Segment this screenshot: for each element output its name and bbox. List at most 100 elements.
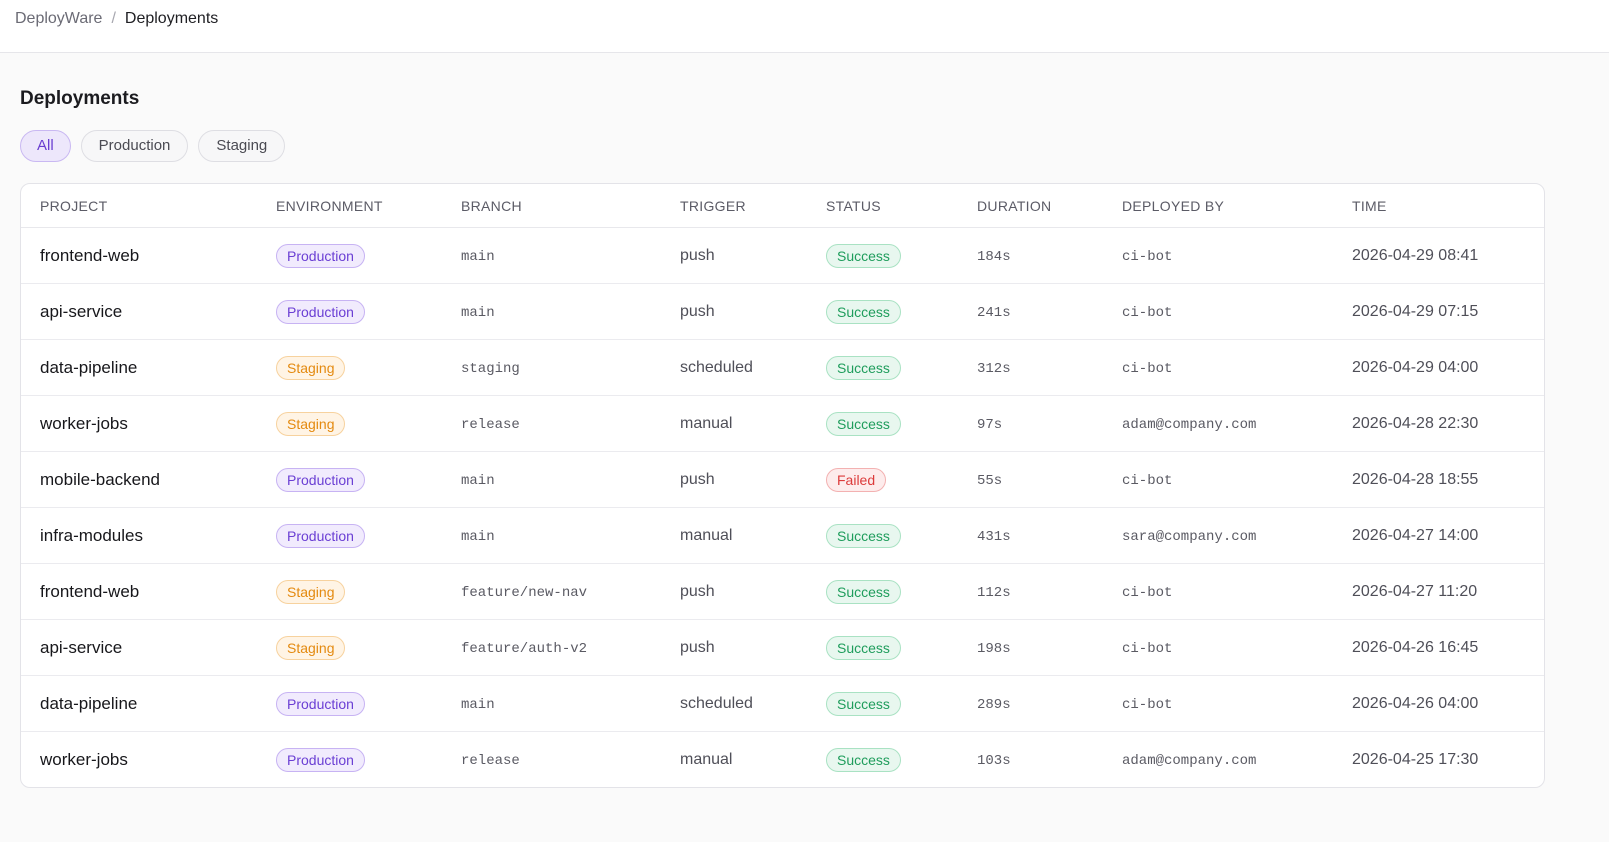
environment-badge: Staging [276, 635, 346, 660]
cell-time: 2026-04-29 08:41 [1352, 227, 1544, 284]
cell-project: infra-modules [21, 507, 276, 564]
table-header-row: PROJECT ENVIRONMENT BRANCH TRIGGER STATU… [21, 184, 1544, 228]
branch-name: main [461, 304, 495, 321]
time-value: 2026-04-26 16:45 [1352, 638, 1479, 656]
column-header-deployed-by[interactable]: DEPLOYED BY [1122, 184, 1352, 228]
branch-name: release [461, 752, 520, 769]
table-row[interactable]: frontend-web Production main push Success 184… [21, 227, 1544, 284]
cell-deployed-by: ci-bot [1122, 451, 1352, 508]
cell-branch: main [461, 227, 680, 284]
cell-environment: Production [276, 675, 461, 732]
branch-name: main [461, 472, 495, 489]
table-row[interactable]: api-service Production main push Success 241s… [21, 283, 1544, 340]
deployed-by-value: ci-bot [1122, 360, 1173, 377]
project-name: data-pipeline [40, 357, 138, 377]
filter-production[interactable]: Production [80, 130, 189, 162]
cell-duration: 241s [977, 283, 1122, 340]
cell-project: worker-jobs [21, 395, 276, 452]
cell-branch: feature/new-nav [461, 563, 680, 620]
status-badge: Success [826, 299, 901, 324]
cell-branch: feature/auth-v2 [461, 619, 680, 676]
cell-trigger: manual [680, 507, 826, 564]
cell-project: api-service [21, 619, 276, 676]
table-row[interactable]: data-pipeline Staging staging scheduled Succ… [21, 339, 1544, 396]
status-badge: Success [826, 355, 901, 380]
cell-project: worker-jobs [21, 732, 276, 788]
column-header-time[interactable]: TIME [1352, 184, 1544, 228]
table-row[interactable]: frontend-web Staging feature/new-nav push Su… [21, 563, 1544, 620]
breadcrumb-separator: / [111, 10, 116, 27]
cell-time: 2026-04-25 17:30 [1352, 732, 1544, 788]
page-title: Deployments [20, 88, 140, 109]
table-row[interactable]: worker-jobs Production release manual Succes… [21, 732, 1544, 788]
duration-value: 97s [977, 416, 1003, 433]
cell-deployed-by: adam@company.com [1122, 395, 1352, 452]
project-name: infra-modules [40, 525, 143, 545]
cell-branch: main [461, 283, 680, 340]
cell-time: 2026-04-27 11:20 [1352, 563, 1544, 620]
filter-staging[interactable]: Staging [198, 130, 286, 162]
cell-status: Success [826, 563, 977, 620]
branch-name: release [461, 416, 520, 433]
cell-time: 2026-04-29 04:00 [1352, 339, 1544, 396]
breadcrumb-root-link[interactable]: DeployWare [15, 10, 102, 28]
column-header-branch[interactable]: BRANCH [461, 184, 680, 228]
trigger-type: push [680, 470, 715, 488]
column-header-trigger[interactable]: TRIGGER [680, 184, 826, 228]
cell-time: 2026-04-28 22:30 [1352, 395, 1544, 452]
filter-all[interactable]: All [20, 130, 71, 162]
time-value: 2026-04-29 04:00 [1352, 358, 1479, 376]
deployed-by-value: ci-bot [1122, 640, 1173, 657]
table-row[interactable]: infra-modules Production main manual Success… [21, 507, 1544, 564]
cell-environment: Staging [276, 395, 461, 452]
table-row[interactable]: worker-jobs Staging release manual Success 97… [21, 395, 1544, 452]
column-header-duration[interactable]: DURATION [977, 184, 1122, 228]
deployed-by-value: adam@company.com [1122, 752, 1257, 769]
deployments-table: PROJECT ENVIRONMENT BRANCH TRIGGER STATU… [21, 184, 1544, 787]
column-header-environment[interactable]: ENVIRONMENT [276, 184, 461, 228]
cell-environment: Production [276, 451, 461, 508]
cell-status: Success [826, 339, 977, 396]
cell-status: Failed [826, 451, 977, 508]
cell-environment: Staging [276, 339, 461, 396]
deployed-by-value: ci-bot [1122, 472, 1173, 489]
time-value: 2026-04-28 22:30 [1352, 414, 1479, 432]
top-bar: DeployWare / Deployments [0, 0, 1609, 53]
cell-trigger: push [680, 451, 826, 508]
project-name: api-service [40, 637, 123, 657]
duration-value: 198s [977, 640, 1011, 657]
cell-environment: Production [276, 283, 461, 340]
environment-badge: Production [276, 747, 365, 772]
cell-duration: 103s [977, 732, 1122, 788]
cell-duration: 184s [977, 227, 1122, 284]
cell-environment: Staging [276, 563, 461, 620]
table-row[interactable]: mobile-backend Production main push Failed 55… [21, 451, 1544, 508]
cell-time: 2026-04-27 14:00 [1352, 507, 1544, 564]
cell-status: Success [826, 675, 977, 732]
table-body: frontend-web Production main push Success 184… [21, 227, 1544, 788]
duration-value: 184s [977, 248, 1011, 265]
branch-name: feature/new-nav [461, 584, 588, 601]
table-row[interactable]: data-pipeline Production main scheduled Succ… [21, 675, 1544, 732]
time-value: 2026-04-29 07:15 [1352, 302, 1479, 320]
time-value: 2026-04-28 18:55 [1352, 470, 1479, 488]
table-row[interactable]: api-service Staging feature/auth-v2 push Suc… [21, 619, 1544, 676]
project-name: mobile-backend [40, 469, 161, 489]
trigger-type: scheduled [680, 358, 753, 376]
environment-badge: Staging [276, 579, 346, 604]
cell-status: Success [826, 619, 977, 676]
column-header-project[interactable]: PROJECT [21, 184, 276, 228]
deployments-table-card: PROJECT ENVIRONMENT BRANCH TRIGGER STATU… [20, 183, 1545, 788]
status-badge: Success [826, 635, 901, 660]
duration-value: 431s [977, 528, 1011, 545]
cell-status: Success [826, 507, 977, 564]
column-header-status[interactable]: STATUS [826, 184, 977, 228]
time-value: 2026-04-26 04:00 [1352, 694, 1479, 712]
cell-trigger: push [680, 619, 826, 676]
time-value: 2026-04-27 14:00 [1352, 526, 1479, 544]
cell-trigger: scheduled [680, 339, 826, 396]
cell-time: 2026-04-26 04:00 [1352, 675, 1544, 732]
cell-trigger: manual [680, 395, 826, 452]
cell-project: api-service [21, 283, 276, 340]
cell-branch: staging [461, 339, 680, 396]
